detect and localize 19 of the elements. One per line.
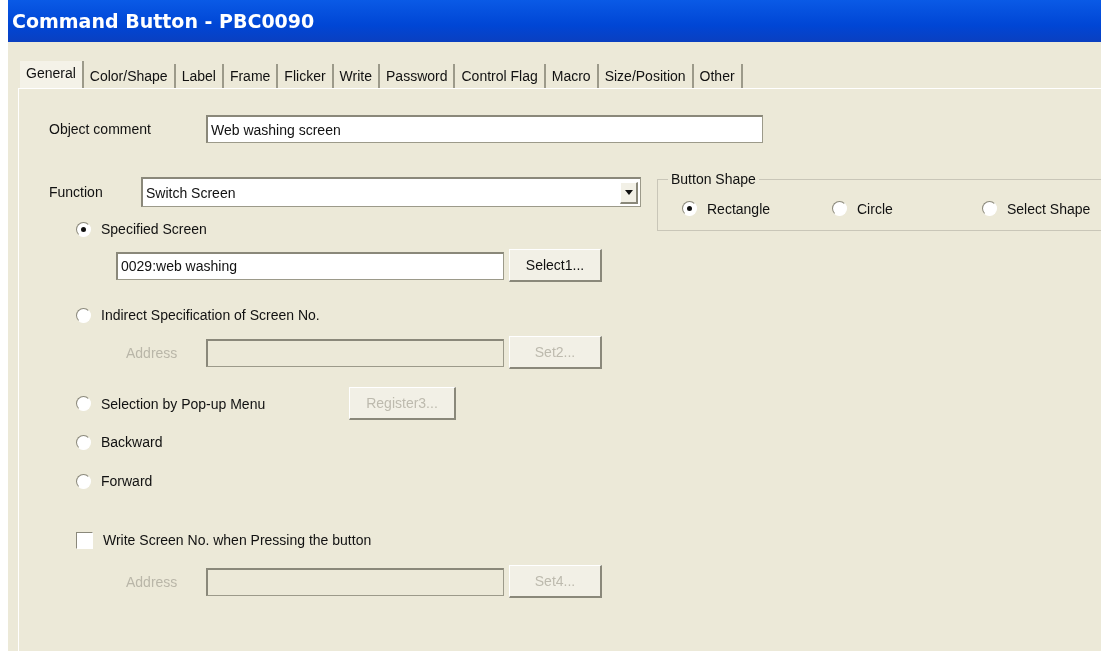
radio-option[interactable]: Rectangle — [682, 200, 832, 217]
radio-option[interactable]: Selection by Pop-up Menu — [76, 395, 349, 412]
checkbox-option[interactable]: Write Screen No. when Pressing the button — [76, 531, 372, 549]
screen-field[interactable]: 0029:web washing — [116, 251, 504, 280]
field-label: Object comment — [49, 121, 152, 137]
checkbox-icon — [76, 531, 93, 549]
comment-field[interactable]: Web washing screen — [206, 115, 763, 143]
window-title: Command Button - PBC0090 — [12, 10, 315, 32]
select-button[interactable]: Select1... — [509, 249, 602, 282]
radio-option[interactable]: Circle — [832, 200, 982, 217]
radio-option[interactable]: Select Shape — [982, 200, 1091, 217]
radio-option[interactable]: Backward — [76, 434, 163, 450]
tab[interactable]: General — [20, 61, 84, 88]
radio-option[interactable]: Indirect Specification of Screen No. — [76, 307, 320, 323]
function-dropdown[interactable]: Switch Screen — [141, 177, 641, 207]
radio-option[interactable]: Specified Screen — [76, 221, 207, 237]
group-title: Button Shape — [670, 171, 757, 187]
field-label: Function — [49, 184, 104, 200]
radio-option[interactable]: Forward — [76, 473, 153, 489]
